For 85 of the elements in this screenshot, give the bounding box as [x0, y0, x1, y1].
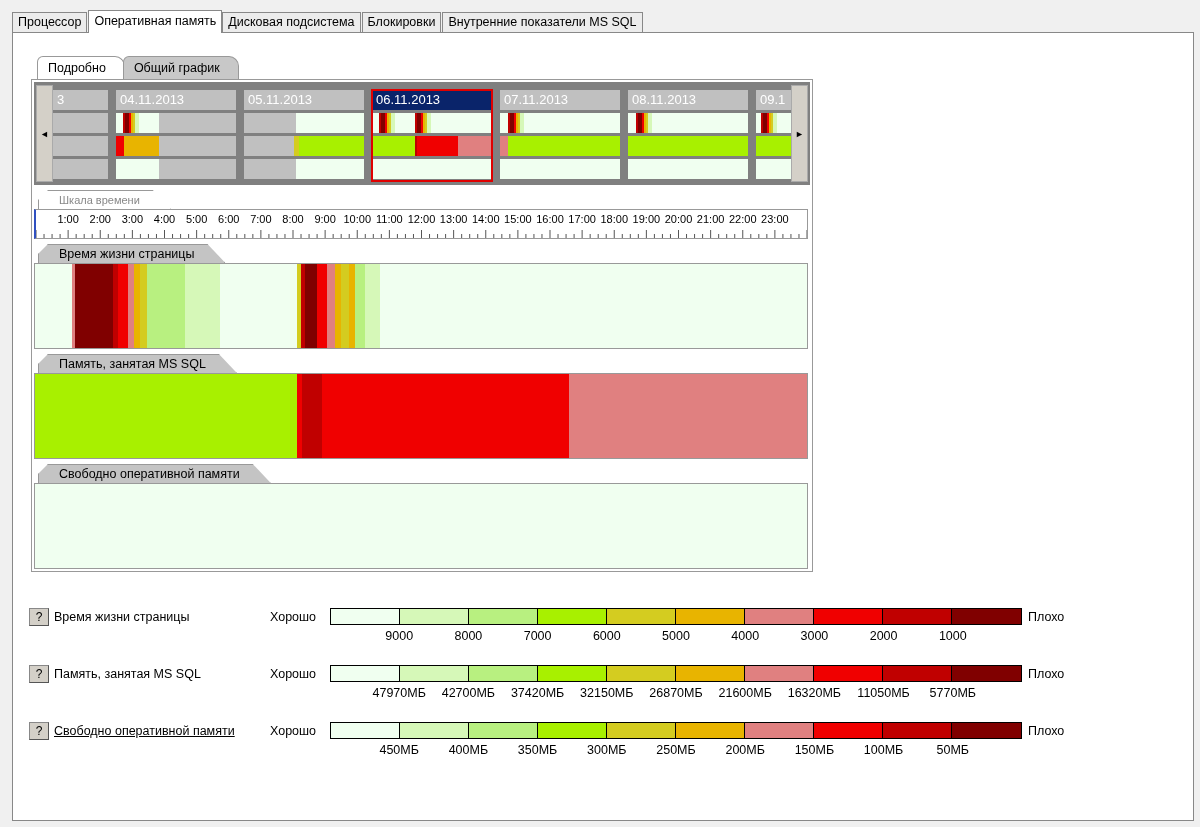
scale-tick-label: 37420МБ: [510, 686, 565, 700]
scale-tick-label: 100МБ: [863, 743, 904, 757]
hour-label: 17:00: [568, 213, 596, 225]
scale-tick-label: 150МБ: [794, 743, 835, 757]
day-heat-drawing: [756, 113, 791, 133]
scale-tick-label: 300МБ: [587, 743, 627, 757]
help-button[interactable]: ?: [29, 722, 49, 740]
scale-tick-label: 250МБ: [656, 743, 696, 757]
hour-label: 12:00: [407, 213, 436, 225]
scale-tick-label: 2000: [869, 629, 898, 643]
tab[interactable]: Внутренние показатели MS SQL: [442, 12, 643, 32]
hour-label: 11:00: [376, 213, 403, 225]
bad-label: Плохо: [1028, 666, 1065, 683]
legend-label: Время жизни страницы: [54, 609, 191, 626]
scale-tick-label: 26870МБ: [649, 686, 703, 700]
hour-label: 18:00: [600, 213, 628, 225]
scale-tick-label: 3000: [800, 629, 829, 643]
hour-label: 21:00: [696, 213, 725, 225]
scale-tick-label: 200МБ: [725, 743, 765, 757]
scale-tick-label: 350МБ: [517, 743, 558, 757]
hour-label: 9:00: [314, 213, 336, 225]
hour-label: 10:00: [343, 213, 371, 225]
scale-tick-label: 21600МБ: [718, 686, 772, 700]
scale-tick-label: 8000: [454, 629, 483, 643]
day-date: 09.1: [756, 90, 791, 110]
day-heat-drawing: [53, 113, 108, 133]
tab[interactable]: Блокировки: [361, 12, 442, 32]
legend-link[interactable]: Свободно оперативной памяти: [54, 722, 270, 740]
scale-tick-label: 5770МБ: [929, 686, 976, 700]
hour-label: 2:00: [89, 213, 111, 225]
scale-tick-label: 450МБ: [379, 743, 419, 757]
day-heat-drawing: [756, 159, 791, 179]
scale-tick-label: 47970МБ: [372, 686, 426, 700]
hour-label: 7:00: [250, 213, 272, 225]
good-label: Хорошо: [270, 609, 318, 626]
hour-label: 15:00: [504, 213, 532, 225]
good-label: Хорошо: [270, 666, 318, 683]
day-date: 05.11.2013: [244, 90, 364, 110]
scale-tick-label: 6000: [592, 629, 621, 643]
bad-label: Плохо: [1028, 723, 1065, 740]
hour-label: 16:00: [536, 213, 564, 225]
scale-tick-label: 1000: [938, 629, 967, 643]
day-date: 07.11.2013: [500, 90, 620, 110]
hour-label: 20:00: [664, 213, 693, 225]
hour-label: 6:00: [218, 213, 240, 225]
help-button[interactable]: ?: [29, 665, 49, 683]
legend-label: Память, занятая MS SQL: [54, 666, 202, 683]
view-tab[interactable]: Общий график: [122, 56, 239, 79]
hour-label: 4:00: [153, 213, 176, 225]
day-heat-drawing: [53, 159, 108, 179]
scale-tick-label: 400МБ: [448, 743, 489, 757]
day-card[interactable]: 06.11.2013: [372, 90, 492, 181]
scroll-left-button[interactable]: ◄: [36, 85, 53, 182]
scale-tick-label: 11050МБ: [857, 686, 910, 700]
scale-tick-label: 42700МБ: [441, 686, 496, 700]
tab[interactable]: Процессор: [12, 12, 88, 32]
scroll-right-button[interactable]: ►: [791, 85, 808, 182]
hour-label: 3:00: [121, 213, 144, 225]
day-date: 08.11.2013: [628, 90, 748, 110]
hour-label: 22:00: [729, 213, 757, 225]
scale-tick-label: 32150МБ: [580, 686, 634, 700]
scale-tick-label: 4000: [731, 629, 760, 643]
day-heat-drawing: [53, 136, 108, 156]
day-date: 06.11.2013: [372, 90, 492, 110]
scale-tick-label: 50МБ: [936, 743, 970, 757]
hour-label: 13:00: [439, 213, 468, 225]
tab[interactable]: Оперативная память: [88, 10, 223, 33]
hour-label: 5:00: [185, 213, 208, 225]
scale-tick-label: 9000: [385, 629, 414, 643]
day-date: 04.11.2013: [116, 90, 236, 110]
help-button[interactable]: ?: [29, 608, 49, 626]
scale-tick-label: 5000: [662, 629, 690, 643]
hour-label: 14:00: [472, 213, 500, 225]
scale-tick-label: 7000: [523, 629, 552, 643]
hour-label: 23:00: [761, 213, 789, 225]
scale-tick-label: 16320МБ: [787, 686, 842, 700]
bad-label: Плохо: [1028, 609, 1065, 626]
day-heat-drawing: [756, 136, 791, 156]
tab[interactable]: Дисковая подсистема: [222, 12, 361, 32]
good-label: Хорошо: [270, 723, 318, 740]
hour-label: 19:00: [632, 213, 661, 225]
view-tab[interactable]: Подробно: [37, 56, 125, 79]
day-date: 3: [53, 90, 108, 110]
hour-label: 1:00: [57, 213, 79, 225]
hour-label: 8:00: [282, 213, 304, 225]
